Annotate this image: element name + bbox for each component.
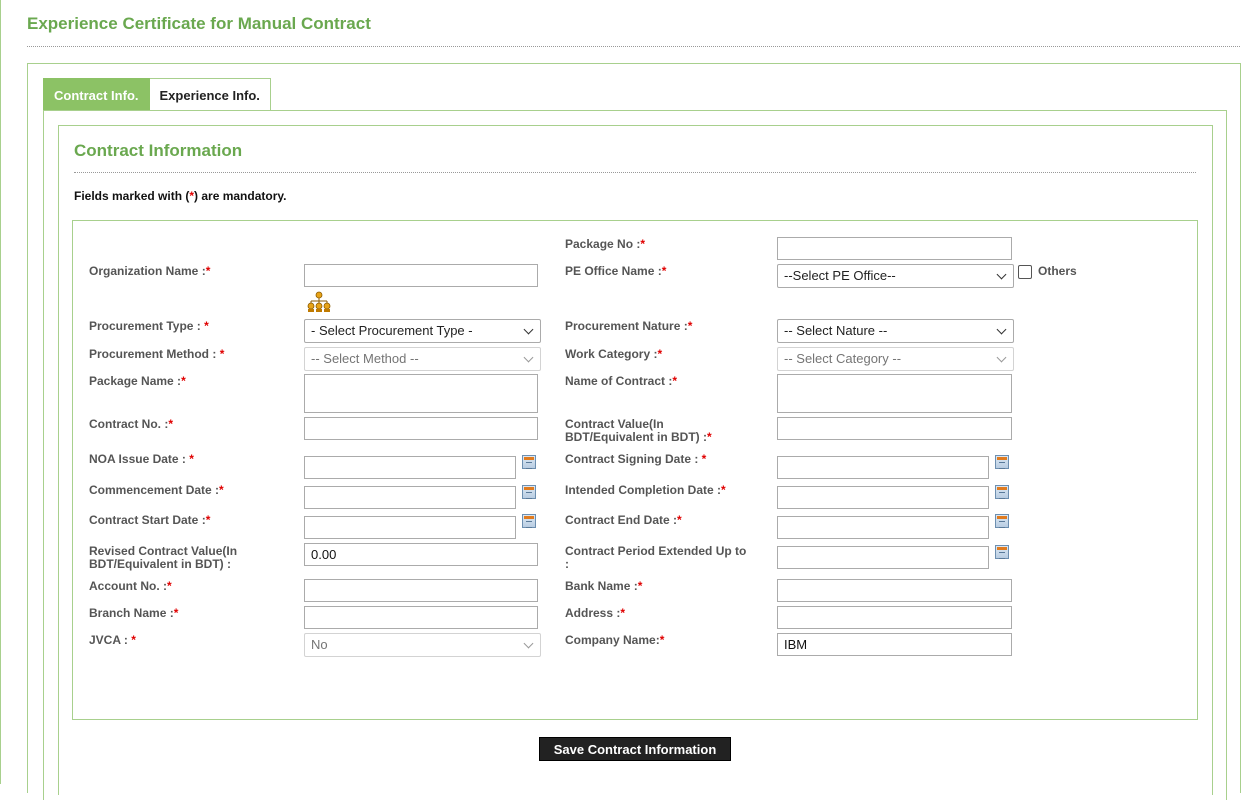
page-title: Experience Certificate for Manual Contra… xyxy=(27,14,371,33)
contract-period-extended-label: Contract Period Extended Up to: xyxy=(565,544,747,571)
org-chart-icon[interactable] xyxy=(306,290,332,314)
work-category-select[interactable]: -- Select Category -- xyxy=(777,347,1014,371)
name-of-contract-input[interactable] xyxy=(777,374,1012,413)
noa-issue-date-input[interactable] xyxy=(304,456,516,479)
work-category-label: Work Category :* xyxy=(565,347,663,361)
tab-experience-info[interactable]: Experience Info. xyxy=(149,78,271,111)
contract-end-date-label: Contract End Date :* xyxy=(565,513,682,527)
package-name-input[interactable] xyxy=(304,374,538,413)
company-name-label: Company Name:* xyxy=(565,633,665,647)
chevron-down-icon xyxy=(996,324,1007,334)
procurement-nature-select[interactable]: -- Select Nature -- xyxy=(777,319,1014,343)
commencement-date-input[interactable] xyxy=(304,486,516,509)
revised-contract-value-label: Revised Contract Value(In BDT/Equivalent … xyxy=(89,544,238,571)
procurement-type-label: Procurement Type : * xyxy=(89,319,209,333)
procurement-method-label: Procurement Method : * xyxy=(89,347,225,361)
branch-name-label: Branch Name :* xyxy=(89,606,179,620)
branch-name-input[interactable] xyxy=(304,606,538,629)
chevron-down-icon xyxy=(523,638,534,648)
mandatory-note-prefix: Fields marked with ( xyxy=(74,189,190,203)
others-checkbox[interactable] xyxy=(1018,265,1032,279)
jvca-label: JVCA : * xyxy=(89,633,136,647)
procurement-nature-label: Procurement Nature :* xyxy=(565,319,693,333)
calendar-icon[interactable] xyxy=(995,455,1009,469)
tab-contract-info[interactable]: Contract Info. xyxy=(43,78,150,111)
pe-office-select[interactable]: --Select PE Office-- xyxy=(777,264,1014,288)
account-no-input[interactable] xyxy=(304,579,538,602)
organization-name-input[interactable] xyxy=(304,264,538,287)
address-label: Address :* xyxy=(565,606,626,620)
calendar-icon[interactable] xyxy=(995,545,1009,559)
calendar-icon[interactable] xyxy=(522,485,536,499)
package-no-input[interactable] xyxy=(777,237,1012,260)
contract-end-date-input[interactable] xyxy=(777,516,989,539)
contract-signing-date-label: Contract Signing Date : * xyxy=(565,452,707,466)
mandatory-note-suffix: ) are mandatory. xyxy=(194,189,287,203)
calendar-icon[interactable] xyxy=(995,485,1009,499)
bank-name-label: Bank Name :* xyxy=(565,579,643,593)
others-label: Others xyxy=(1038,264,1077,278)
contract-start-date-input[interactable] xyxy=(304,516,516,539)
mandatory-note: Fields marked with (*) are mandatory. xyxy=(74,189,287,203)
package-no-label: Package No :* xyxy=(565,237,646,251)
contract-period-extended-input[interactable] xyxy=(777,546,989,569)
noa-issue-date-label: NOA Issue Date : * xyxy=(89,452,194,466)
chevron-down-icon xyxy=(996,269,1007,279)
intended-completion-date-label: Intended Completion Date :* xyxy=(565,483,726,497)
contract-signing-date-input[interactable] xyxy=(777,456,989,479)
company-name-input[interactable] xyxy=(777,633,1012,656)
contract-no-label: Contract No. :* xyxy=(89,417,174,431)
contract-start-date-label: Contract Start Date :* xyxy=(89,513,211,527)
revised-contract-value-input[interactable] xyxy=(304,543,538,566)
intended-completion-date-input[interactable] xyxy=(777,486,989,509)
chevron-down-icon xyxy=(996,352,1007,362)
account-no-label: Account No. :* xyxy=(89,579,172,593)
calendar-icon[interactable] xyxy=(522,455,536,469)
contract-no-input[interactable] xyxy=(304,417,538,440)
procurement-type-select[interactable]: - Select Procurement Type - xyxy=(304,319,541,343)
procurement-method-select[interactable]: -- Select Method -- xyxy=(304,347,541,371)
contract-value-label: Contract Value(In BDT/Equivalent in BDT) … xyxy=(565,417,712,444)
jvca-select[interactable]: No xyxy=(304,633,541,657)
page-frame-border xyxy=(0,0,1,784)
chevron-down-icon xyxy=(523,352,534,362)
calendar-icon[interactable] xyxy=(522,514,536,528)
contract-value-input[interactable] xyxy=(777,417,1012,440)
address-input[interactable] xyxy=(777,606,1012,629)
calendar-icon[interactable] xyxy=(995,514,1009,528)
tab-bar: Contract Info. Experience Info. xyxy=(43,78,271,111)
section-divider xyxy=(74,172,1196,173)
section-title: Contract Information xyxy=(74,141,243,160)
package-name-label: Package Name :* xyxy=(89,374,186,388)
organization-name-label: Organization Name :* xyxy=(89,264,211,278)
save-contract-information-button[interactable]: Save Contract Information xyxy=(539,737,731,761)
commencement-date-label: Commencement Date :* xyxy=(89,483,224,497)
bank-name-input[interactable] xyxy=(777,579,1012,602)
name-of-contract-label: Name of Contract :* xyxy=(565,374,678,388)
title-divider xyxy=(27,46,1240,47)
chevron-down-icon xyxy=(523,324,534,334)
pe-office-name-label: PE Office Name :* xyxy=(565,264,667,278)
